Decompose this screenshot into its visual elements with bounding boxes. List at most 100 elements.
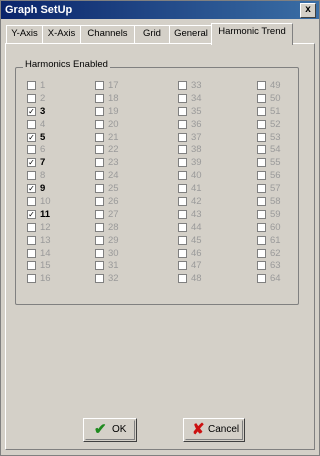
checkbox-box[interactable]	[27, 171, 36, 181]
checkbox-box[interactable]: ✓	[27, 106, 36, 116]
checkbox-box[interactable]	[178, 248, 187, 258]
harmonic-label: 55	[270, 157, 281, 169]
harmonic-label: 9	[40, 183, 46, 195]
harmonic-label: 60	[270, 221, 281, 233]
checkbox-box[interactable]	[178, 197, 187, 207]
tab-y-axis[interactable]: Y-Axis	[6, 25, 43, 43]
harmonic-label: 8	[40, 170, 46, 182]
checkbox-box[interactable]	[95, 261, 104, 271]
harmonic-label: 31	[108, 260, 119, 272]
checkbox-box[interactable]	[257, 222, 266, 232]
harmonic-label: 5	[40, 131, 46, 143]
checkbox-box[interactable]	[178, 119, 187, 129]
checkbox-box[interactable]	[178, 158, 187, 168]
harmonic-label: 57	[270, 183, 281, 195]
checkbox-box[interactable]	[257, 184, 266, 194]
checkbox-box[interactable]	[27, 274, 36, 284]
harmonic-label: 24	[108, 170, 119, 182]
harmonic-label: 19	[108, 105, 119, 117]
checkbox-box[interactable]: ✓	[27, 184, 36, 194]
tab-harmonic-trend[interactable]: Harmonic Trend	[211, 23, 293, 45]
checkbox-box[interactable]	[178, 93, 187, 103]
ok-button[interactable]: ✔ OK	[83, 418, 137, 442]
title-bar[interactable]: Graph SetUp x	[1, 1, 319, 19]
checkbox-box[interactable]	[178, 209, 187, 219]
checkbox-box[interactable]	[95, 81, 104, 90]
close-button[interactable]: x	[300, 3, 316, 18]
checkbox-box[interactable]	[178, 274, 187, 284]
harmonic-label: 10	[40, 196, 51, 208]
checkbox-box[interactable]	[178, 261, 187, 271]
checkbox-box[interactable]	[27, 81, 36, 90]
checkbox-box[interactable]	[95, 106, 104, 116]
checkbox-box[interactable]	[27, 93, 36, 103]
harmonic-label: 56	[270, 170, 281, 182]
checkbox-box[interactable]	[178, 171, 187, 181]
harmonic-label: 63	[270, 260, 281, 272]
harmonic-label: 41	[191, 183, 202, 195]
tab-grid[interactable]: Grid	[134, 25, 170, 43]
checkbox-box[interactable]	[95, 171, 104, 181]
checkbox-box[interactable]	[257, 209, 266, 219]
checkbox-box[interactable]	[27, 248, 36, 258]
checkbox-box[interactable]	[27, 197, 36, 207]
checkbox-box[interactable]	[257, 235, 266, 245]
window-title: Graph SetUp	[5, 4, 73, 16]
harmonic-label: 33	[191, 80, 202, 91]
checkbox-box[interactable]	[178, 235, 187, 245]
harmonic-label: 37	[191, 131, 202, 143]
checkbox-box[interactable]	[257, 158, 266, 168]
checkbox-box[interactable]	[178, 132, 187, 142]
checkbox-box[interactable]	[27, 261, 36, 271]
checkbox-box[interactable]	[178, 145, 187, 155]
checkbox-box[interactable]	[27, 119, 36, 129]
checkbox-box[interactable]	[95, 274, 104, 284]
checkbox-box[interactable]	[257, 106, 266, 116]
checkbox-box[interactable]	[257, 171, 266, 181]
checkbox-box[interactable]	[257, 248, 266, 258]
checkbox-box[interactable]	[257, 197, 266, 207]
harmonic-label: 52	[270, 118, 281, 130]
checkbox-box[interactable]	[95, 248, 104, 258]
checkbox-box[interactable]	[95, 158, 104, 168]
checkbox-box[interactable]	[95, 209, 104, 219]
checkbox-box[interactable]	[178, 222, 187, 232]
checkbox-box[interactable]	[27, 145, 36, 155]
checkbox-box[interactable]	[178, 184, 187, 194]
harmonic-label: 59	[270, 208, 281, 220]
checkbox-box[interactable]	[257, 274, 266, 284]
tab-general[interactable]: General	[169, 25, 213, 43]
checkbox-box[interactable]: ✓	[27, 158, 36, 168]
checkbox-box[interactable]: ✓	[27, 132, 36, 142]
tab-channels[interactable]: Channels	[80, 25, 135, 43]
checkbox-box[interactable]	[257, 261, 266, 271]
checkbox-box[interactable]	[178, 106, 187, 116]
checkbox-box[interactable]	[95, 93, 104, 103]
checkbox-box[interactable]: ✓	[27, 209, 36, 219]
harmonic-label: 39	[191, 157, 202, 169]
checkbox-box[interactable]	[27, 222, 36, 232]
checkbox-box[interactable]	[95, 222, 104, 232]
cancel-button[interactable]: ✘ Cancel	[183, 418, 245, 442]
checkbox-box[interactable]	[257, 93, 266, 103]
check-icon: ✓	[28, 132, 35, 142]
checkbox-box[interactable]	[27, 235, 36, 245]
checkbox-box[interactable]	[95, 119, 104, 129]
checkbox-box[interactable]	[95, 235, 104, 245]
tab-x-axis[interactable]: X-Axis	[42, 25, 81, 43]
checkbox-box[interactable]	[257, 81, 266, 90]
harmonic-label: 47	[191, 260, 202, 272]
checkbox-box[interactable]	[257, 132, 266, 142]
checkbox-box[interactable]	[95, 197, 104, 207]
harmonic-label: 2	[40, 92, 46, 104]
check-icon: ✓	[28, 184, 35, 194]
harmonic-label: 38	[191, 144, 202, 156]
harmonic-label: 6	[40, 144, 46, 156]
checkbox-box[interactable]	[257, 119, 266, 129]
harmonic-label: 53	[270, 131, 281, 143]
checkbox-box[interactable]	[95, 132, 104, 142]
checkbox-box[interactable]	[95, 184, 104, 194]
checkbox-box[interactable]	[178, 81, 187, 90]
checkbox-box[interactable]	[95, 145, 104, 155]
checkbox-box[interactable]	[257, 145, 266, 155]
